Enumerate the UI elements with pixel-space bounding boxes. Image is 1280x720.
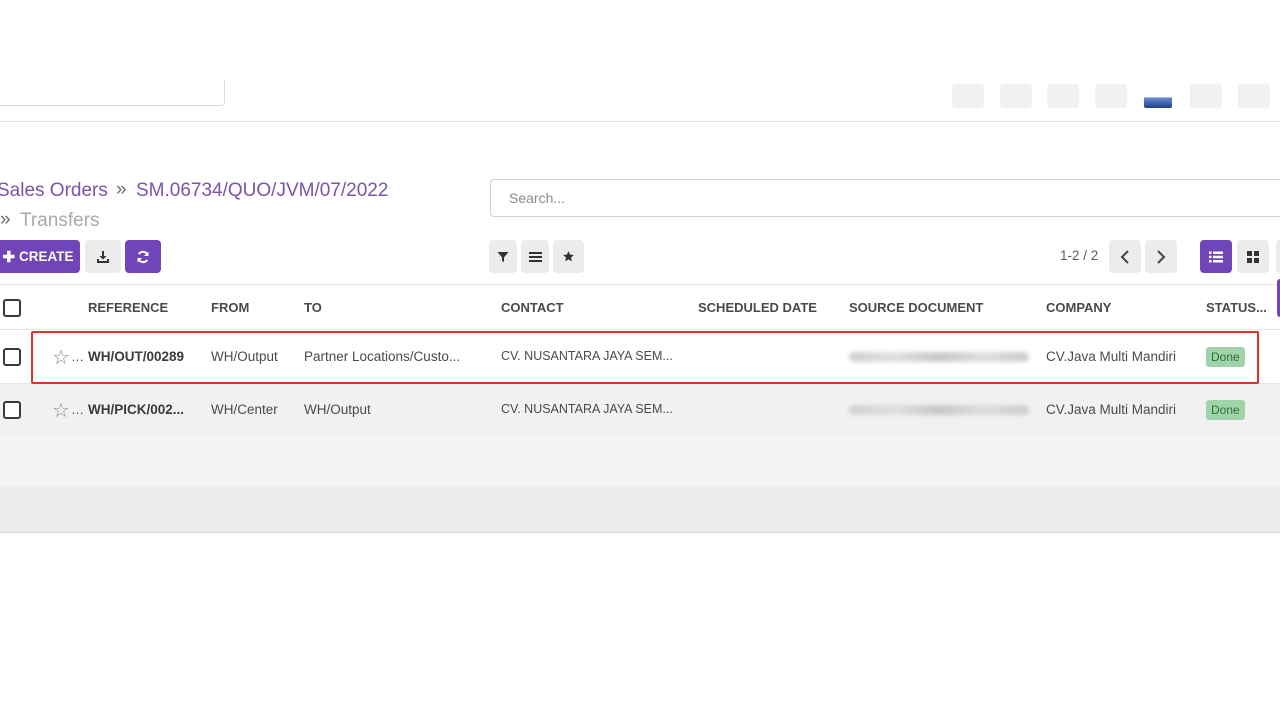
row-checkbox[interactable] [3, 401, 21, 419]
pager-next-button[interactable] [1145, 240, 1177, 273]
empty-row [0, 486, 1280, 533]
empty-row [0, 437, 1280, 486]
column-header-to[interactable]: TO [304, 300, 322, 315]
refresh-button[interactable] [125, 240, 161, 273]
search-input[interactable] [491, 180, 1280, 216]
kanban-view-button[interactable] [1237, 240, 1269, 273]
highlight-box [31, 331, 1259, 384]
create-button[interactable]: ✚ CREATE [0, 240, 80, 273]
breadcrumb-order[interactable]: SM.06734/QUO/JVM/07/2022 [136, 180, 388, 202]
navbar-button[interactable] [952, 84, 984, 108]
column-header-reference[interactable]: REFERENCE [88, 300, 168, 315]
refresh-icon [137, 250, 149, 263]
navbar-button[interactable] [1047, 84, 1079, 108]
filter-icon [497, 251, 509, 262]
status-badge: Done [1206, 400, 1245, 420]
download-button[interactable] [85, 240, 121, 273]
column-header-from[interactable]: FROM [211, 300, 249, 315]
column-header-scheduled-date[interactable]: SCHEDULED DATE [698, 300, 817, 315]
cell-company: CV.Java Multi Mandiri [1046, 402, 1177, 417]
row-checkbox[interactable] [3, 348, 21, 366]
pager-previous-button[interactable] [1109, 240, 1141, 273]
star-icon[interactable]: ☆ [52, 400, 70, 420]
breadcrumb-separator-icon: » [116, 179, 127, 200]
cell-to: WH/Output [304, 402, 371, 417]
cell-contact: CV. NUSANTARA JAYA SEM... [501, 402, 673, 416]
list-view-icon [1209, 251, 1223, 262]
table-header: REFERENCE FROM TO CONTACT SCHEDULED DATE… [0, 284, 1280, 330]
list-view-button[interactable] [1200, 240, 1232, 273]
navbar-button[interactable] [1000, 84, 1032, 108]
star-icon [563, 251, 574, 262]
chevron-left-icon [1120, 249, 1129, 264]
column-header-contact[interactable]: CONTACT [501, 300, 564, 315]
download-icon [97, 250, 109, 263]
blurred-source-document [849, 405, 1029, 415]
navbar-button[interactable] [1238, 84, 1270, 108]
ellipsis-icon: … [71, 402, 84, 417]
search-box [490, 179, 1280, 217]
create-button-label: CREATE [19, 249, 74, 264]
breadcrumb-separator-icon: » [0, 209, 11, 230]
table-row[interactable]: ☆ … WH/PICK/002... WH/Center WH/Output C… [0, 384, 1280, 437]
breadcrumb-sales-orders[interactable]: Sales Orders [0, 180, 108, 202]
favorites-button[interactable] [553, 240, 584, 273]
filter-button[interactable] [489, 240, 517, 273]
company-logo[interactable] [1144, 84, 1172, 108]
select-all-checkbox[interactable] [3, 299, 21, 317]
plus-icon: ✚ [2, 248, 16, 266]
more-view-button[interactable] [1276, 240, 1280, 273]
navbar-button[interactable] [1190, 84, 1222, 108]
cell-from: WH/Center [211, 402, 278, 417]
navbar-search-field[interactable] [0, 80, 225, 106]
cell-reference: WH/PICK/002... [88, 402, 185, 417]
top-navbar [0, 0, 1280, 122]
navbar-button[interactable] [1095, 84, 1127, 108]
group-by-button[interactable] [521, 240, 549, 273]
column-header-company[interactable]: COMPANY [1046, 300, 1111, 315]
chevron-right-icon [1157, 249, 1166, 264]
breadcrumb-current: Transfers [20, 210, 100, 231]
column-header-source-document[interactable]: SOURCE DOCUMENT [849, 300, 983, 315]
column-header-status[interactable]: STATUS... [1206, 300, 1267, 315]
list-icon [528, 251, 542, 262]
pager-value[interactable]: 1-2 / 2 [1060, 248, 1098, 263]
kanban-view-icon [1247, 250, 1259, 263]
